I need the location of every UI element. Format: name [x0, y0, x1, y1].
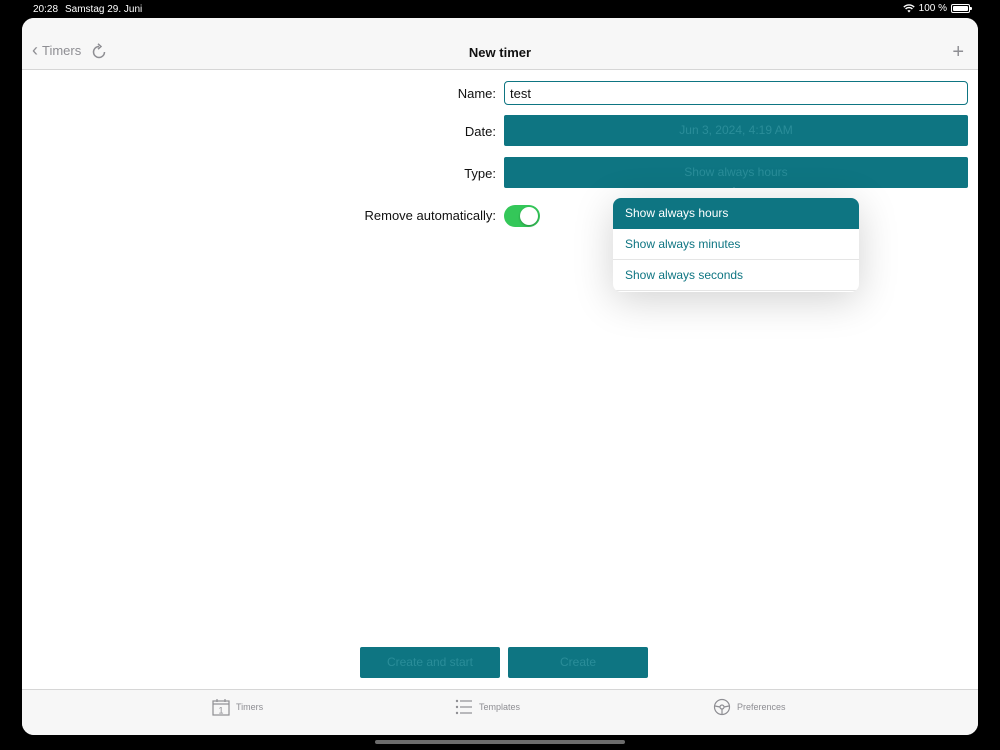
date-picker-button[interactable]: Jun 3, 2024, 4:19 AM: [504, 115, 968, 146]
app-window: ‹ Timers New timer + Name: Date: Jun 3, …: [22, 18, 978, 735]
status-indicators: 100 %: [902, 3, 972, 14]
create-and-start-button[interactable]: Create and start: [360, 647, 500, 678]
svg-text:1: 1: [218, 706, 223, 716]
type-option-seconds[interactable]: Show always seconds: [613, 260, 859, 291]
tab-templates-label: Templates: [479, 702, 521, 712]
status-bar: 20:28 Samstag 29. Juni 100 %: [0, 0, 1000, 18]
tab-timers-label: Timers: [236, 702, 264, 712]
create-button[interactable]: Create: [508, 647, 648, 678]
plus-icon[interactable]: +: [952, 42, 964, 62]
wifi-icon: [902, 4, 915, 13]
create-and-start-label: Create and start: [386, 655, 474, 669]
navigation-bar: ‹ Timers New timer +: [22, 18, 978, 70]
date-value: Jun 3, 2024, 4:19 AM: [679, 123, 793, 137]
name-label: Name:: [457, 86, 496, 101]
page-title: New timer: [468, 45, 532, 60]
toggle-knob: [520, 207, 538, 225]
battery-icon: [951, 4, 972, 13]
type-label: Type:: [464, 166, 496, 181]
name-field[interactable]: [504, 81, 968, 105]
type-picker-button[interactable]: Show always hours: [504, 157, 968, 188]
battery-percent: 100 %: [918, 3, 947, 14]
tab-templates[interactable]: Templates: [455, 698, 520, 716]
tab-bar: 1 Timers Templates Preferences: [22, 689, 978, 735]
tab-preferences[interactable]: Preferences: [713, 698, 786, 716]
create-label: Create: [559, 655, 597, 669]
steering-wheel-icon: [713, 698, 731, 716]
type-option-hours[interactable]: Show always hours: [613, 198, 859, 229]
status-date: Samstag 29. Juni: [65, 4, 143, 15]
type-option-minutes[interactable]: Show always minutes: [613, 229, 859, 260]
type-menu: Show always hours Show always minutes Sh…: [613, 198, 859, 292]
remove-automatically-toggle[interactable]: [504, 205, 540, 227]
remove-automatically-label: Remove automatically:: [364, 208, 497, 223]
type-value: Show always hours: [684, 165, 788, 179]
date-label: Date:: [464, 124, 496, 139]
status-time: 20:28: [33, 4, 59, 15]
calendar-icon: 1: [212, 699, 230, 716]
list-icon: [455, 699, 472, 715]
tab-timers[interactable]: 1 Timers: [212, 698, 263, 716]
home-indicator: [375, 740, 625, 744]
tab-preferences-label: Preferences: [737, 702, 786, 712]
